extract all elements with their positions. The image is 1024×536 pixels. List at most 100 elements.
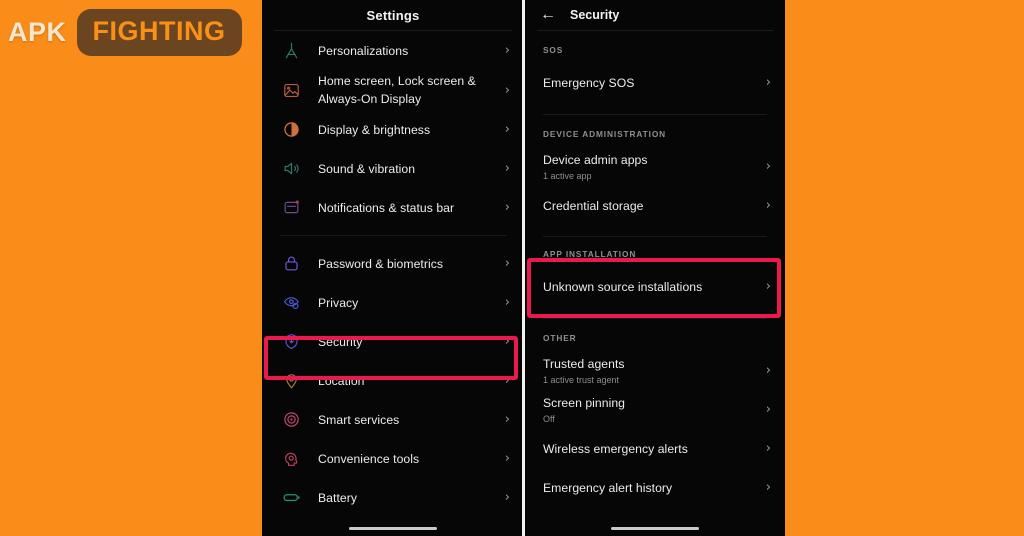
settings-item-password-biometrics[interactable]: Password & biometrics ›: [262, 244, 524, 283]
compass-icon: [280, 40, 302, 62]
item-label: Notifications & status bar: [318, 200, 455, 215]
item-label: Wireless emergency alerts: [543, 441, 688, 456]
section-other: OTHER Trusted agents 1 active trust agen…: [525, 319, 785, 507]
chevron-right-icon: ›: [504, 82, 510, 98]
section-device-administration: DEVICE ADMINISTRATION Device admin apps …: [525, 115, 785, 225]
notification-icon: [280, 197, 302, 219]
security-item-unknown-source-installations[interactable]: Unknown source installations ›: [525, 267, 785, 306]
item-label: Display & brightness: [318, 122, 431, 137]
target-icon: [280, 409, 302, 431]
security-item-screen-pinning[interactable]: Screen pinning Off ›: [525, 390, 785, 429]
security-item-trusted-agents[interactable]: Trusted agents 1 active trust agent ›: [525, 351, 785, 390]
item-text: Emergency SOS: [543, 74, 760, 92]
settings-item-location[interactable]: Location ›: [262, 361, 524, 400]
watermark-badge: FIGHTING: [76, 8, 242, 56]
settings-item-notifications[interactable]: Notifications & status bar ›: [262, 188, 524, 227]
item-label: Trusted agents: [543, 356, 625, 371]
speaker-icon: [280, 158, 302, 180]
chevron-right-icon: ›: [765, 279, 771, 294]
settings-group-1: Personalizations › Home screen, Lock scr…: [262, 31, 524, 227]
section-label-other: OTHER: [543, 333, 577, 343]
wallpaper-icon: [280, 79, 302, 101]
item-text: Security: [318, 333, 499, 351]
item-text: Privacy: [318, 294, 499, 312]
item-label: Smart services: [318, 412, 400, 427]
chevron-right-icon: ›: [765, 402, 771, 417]
item-text: Battery: [318, 489, 499, 507]
screenshot-canvas: APK FIGHTING Settings Personalizations ›: [0, 0, 1024, 536]
item-label: Password & biometrics: [318, 256, 443, 271]
brightness-icon: [280, 119, 302, 141]
item-text: Unknown source installations: [543, 278, 760, 296]
item-label: Battery: [318, 490, 357, 505]
item-text: Convenience tools: [318, 450, 499, 468]
battery-icon: [280, 487, 302, 509]
security-item-wireless-emergency-alerts[interactable]: Wireless emergency alerts ›: [525, 429, 785, 468]
section-sos: SOS Emergency SOS ›: [525, 31, 785, 102]
chevron-right-icon: ›: [504, 43, 510, 58]
item-label: Privacy: [318, 295, 359, 310]
apk-fighting-watermark: APK FIGHTING: [8, 4, 242, 60]
settings-item-home-screen[interactable]: Home screen, Lock screen & Always-On Dis…: [262, 70, 524, 110]
item-text: Wireless emergency alerts: [543, 440, 760, 458]
settings-phone-panel: Settings Personalizations › Home screen,…: [262, 0, 524, 536]
watermark-apk-text: APK: [8, 16, 67, 47]
section-app-installation: APP INSTALLATION Unknown source installa…: [525, 237, 785, 306]
settings-item-battery[interactable]: Battery ›: [262, 478, 524, 517]
chevron-right-icon: ›: [765, 159, 771, 174]
security-item-emergency-alert-history[interactable]: Emergency alert history ›: [525, 468, 785, 507]
settings-item-smart-services[interactable]: Smart services ›: [262, 400, 524, 439]
item-text: Personalizations: [318, 42, 499, 60]
settings-group-2: Password & biometrics › Privacy › Securi…: [262, 236, 524, 517]
item-label: Location: [318, 373, 365, 388]
chevron-right-icon: ›: [504, 161, 510, 176]
security-item-emergency-sos[interactable]: Emergency SOS ›: [525, 63, 785, 102]
chevron-right-icon: ›: [765, 363, 771, 378]
item-text: Display & brightness: [318, 121, 499, 139]
settings-header: Settings: [262, 0, 524, 30]
section-label-app-installation: APP INSTALLATION: [543, 249, 637, 259]
chevron-right-icon: ›: [504, 334, 510, 349]
security-header: ← Security: [525, 0, 785, 30]
item-label: Unknown source installations: [543, 279, 703, 294]
item-sublabel: 1 active trust agent: [543, 374, 620, 385]
gesture-bar[interactable]: [349, 527, 437, 530]
chevron-right-icon: ›: [765, 198, 771, 213]
item-text: Location: [318, 372, 499, 390]
item-label: Security: [318, 334, 363, 349]
shield-icon: [280, 331, 302, 353]
settings-item-display-brightness[interactable]: Display & brightness ›: [262, 110, 524, 149]
item-text: Screen pinning Off: [543, 394, 760, 426]
chevron-right-icon: ›: [504, 451, 510, 466]
gesture-bar[interactable]: [611, 527, 699, 530]
security-item-device-admin-apps[interactable]: Device admin apps 1 active app ›: [525, 147, 785, 186]
chevron-right-icon: ›: [765, 75, 771, 90]
settings-item-privacy[interactable]: Privacy ›: [262, 283, 524, 322]
item-label: Screen pinning: [543, 395, 626, 410]
lock-icon: [280, 253, 302, 275]
security-item-credential-storage[interactable]: Credential storage ›: [525, 186, 785, 225]
settings-item-security[interactable]: Security ›: [262, 322, 524, 361]
chevron-right-icon: ›: [504, 295, 510, 310]
item-text: Credential storage: [543, 197, 760, 215]
chevron-right-icon: ›: [765, 441, 771, 456]
chevron-right-icon: ›: [765, 480, 771, 495]
item-text: Trusted agents 1 active trust agent: [543, 355, 760, 387]
item-text: Emergency alert history: [543, 479, 760, 497]
chevron-right-icon: ›: [504, 373, 510, 388]
item-text: Password & biometrics: [318, 255, 499, 273]
item-label: Device admin apps: [543, 152, 648, 167]
settings-item-convenience-tools[interactable]: Convenience tools ›: [262, 439, 524, 478]
item-label: Emergency SOS: [543, 75, 635, 90]
item-text: Smart services: [318, 411, 499, 429]
back-arrow-icon[interactable]: ←: [540, 7, 556, 23]
settings-item-sound-vibration[interactable]: Sound & vibration ›: [262, 149, 524, 188]
chevron-right-icon: ›: [504, 256, 510, 271]
settings-item-personalizations[interactable]: Personalizations ›: [262, 31, 524, 70]
security-phone-panel: ← Security SOS Emergency SOS › DEVICE AD…: [525, 0, 785, 536]
item-label: Emergency alert history: [543, 480, 673, 495]
item-label: Sound & vibration: [318, 161, 416, 176]
settings-title: Settings: [366, 7, 420, 23]
security-title: Security: [570, 8, 620, 22]
watermark-fighting-text: FIGHTING: [92, 15, 226, 46]
